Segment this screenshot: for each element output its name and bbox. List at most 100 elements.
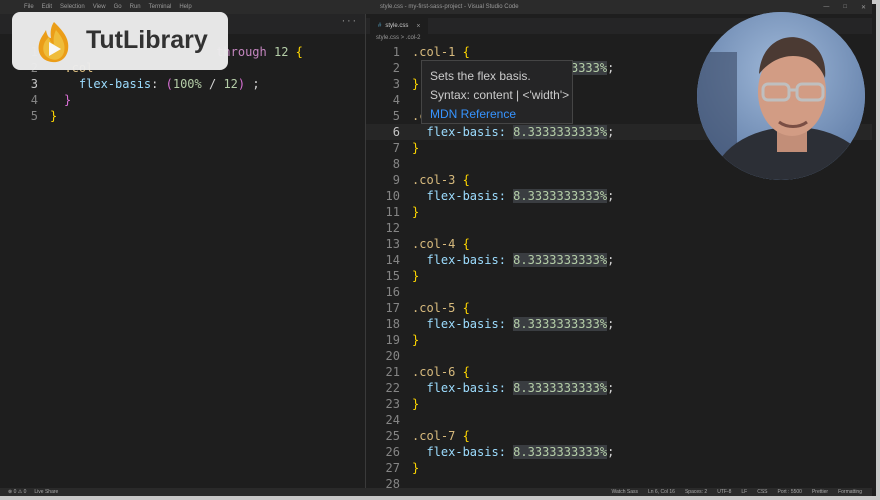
minimize-icon[interactable]: —: [823, 4, 829, 11]
brace: {: [462, 45, 470, 59]
css-property: flex-basis:: [426, 445, 506, 459]
live-server-port[interactable]: Port : 5500: [778, 489, 802, 495]
code-line: 26 flex-basis: 8.3333333333%;: [366, 444, 872, 460]
menu-view[interactable]: View: [93, 4, 106, 10]
cursor-position[interactable]: Ln 6, Col 16: [648, 489, 675, 495]
brace: }: [412, 205, 420, 219]
indentation[interactable]: Spaces: 2: [685, 489, 707, 495]
code-text: flex-basis: 8.3333333333%;: [412, 380, 614, 396]
code-text: .col-4 {: [412, 236, 470, 252]
code-line: 12: [366, 220, 872, 236]
code-text: }: [412, 204, 419, 220]
tutlibrary-logo: TutLibrary: [12, 12, 228, 70]
more-actions-icon[interactable]: ···: [341, 17, 357, 27]
menu-edit[interactable]: Edit: [42, 4, 52, 10]
css-property: flex-basis:: [426, 125, 506, 139]
line-number: 4: [30, 93, 38, 107]
code-line: 19}: [366, 332, 872, 348]
menu-file[interactable]: File: [24, 4, 34, 10]
brace: }: [412, 461, 420, 475]
formatting-status[interactable]: Formatting: [838, 489, 862, 495]
line-number: 11: [385, 205, 400, 219]
hover-description: Sets the flex basis.: [430, 69, 531, 83]
brace: }: [412, 269, 420, 283]
menu-selection[interactable]: Selection: [60, 4, 85, 10]
brace: }: [412, 77, 420, 91]
code-line: 24: [366, 412, 872, 428]
line-number: 1: [392, 45, 400, 59]
css-selector: .col-7: [412, 429, 456, 443]
line-number: 2: [392, 61, 400, 75]
semicolon: ;: [607, 445, 615, 459]
mdn-reference-link[interactable]: MDN Reference: [430, 105, 564, 124]
code-line: 21 .col-6 {: [366, 364, 872, 380]
menu-bar: File Edit Selection View Go Run Terminal…: [24, 4, 192, 10]
hover-tooltip: Sets the flex basis. Syntax: content | <…: [421, 60, 573, 124]
code-line: 13 .col-4 {: [366, 236, 872, 252]
css-selector: .col-3: [412, 173, 456, 187]
code-line: 10 flex-basis: 8.3333333333%;: [366, 188, 872, 204]
watch-sass-button[interactable]: Watch Sass: [611, 489, 638, 495]
menu-go[interactable]: Go: [114, 4, 122, 10]
code-text: .col-3 {: [412, 172, 470, 188]
line-number: 7: [392, 141, 400, 155]
code-text: flex-basis: 8.3333333333%;: [412, 316, 614, 332]
code-line: 16: [366, 284, 872, 300]
code-line: 15}: [366, 268, 872, 284]
code-text: }: [412, 76, 419, 92]
brace: {: [462, 429, 470, 443]
code-line: 23}: [366, 396, 872, 412]
code-line: 4 }: [0, 92, 365, 108]
line-number: 13: [385, 237, 400, 251]
line-number: 6: [392, 125, 400, 139]
menu-run[interactable]: Run: [130, 4, 141, 10]
css-property: flex-basis:: [426, 381, 506, 395]
maximize-icon[interactable]: □: [843, 4, 847, 11]
problems-indicator[interactable]: ⊗ 0 ⚠ 0: [8, 489, 26, 495]
webcam-overlay: [697, 12, 865, 180]
code-text: flex-basis: 8.3333333333%;: [412, 252, 614, 268]
brace: }: [412, 397, 420, 411]
menu-help[interactable]: Help: [179, 4, 191, 10]
live-share-button[interactable]: Live Share: [34, 489, 58, 495]
line-number: 10: [385, 189, 400, 203]
code-text: }: [412, 460, 419, 476]
line-ending[interactable]: LF: [741, 489, 747, 495]
css-value: 8.3333333333%: [513, 189, 608, 203]
css-value: 8.3333333333%: [513, 317, 608, 331]
prettier-status[interactable]: Prettier: [812, 489, 828, 495]
css-selector: .col-6: [412, 365, 456, 379]
window-controls: — □ ✕: [823, 4, 866, 11]
line-number: 20: [385, 349, 400, 363]
line-number: 21: [385, 365, 400, 379]
brace: {: [462, 301, 470, 315]
css-selector: .col-5: [412, 301, 456, 315]
line-number: 24: [385, 413, 400, 427]
css-selector: .col-1: [412, 45, 456, 59]
tab-style-css[interactable]: # style.css ×: [370, 18, 429, 34]
code-text: }: [412, 140, 419, 156]
semicolon: ;: [607, 381, 615, 395]
line-number: 4: [392, 93, 400, 107]
encoding[interactable]: UTF-8: [717, 489, 731, 495]
line-number: 8: [392, 157, 400, 171]
language-mode[interactable]: CSS: [757, 489, 767, 495]
code-line: 27}: [366, 460, 872, 476]
code-line: 25 .col-7 {: [366, 428, 872, 444]
code-text: .col-5 {: [412, 300, 470, 316]
code-line: 3 flex-basis: (100% / 12) ;: [0, 76, 365, 92]
close-tab-icon[interactable]: ×: [416, 23, 420, 30]
menu-terminal[interactable]: Terminal: [149, 4, 172, 10]
line-number: 26: [385, 445, 400, 459]
close-icon[interactable]: ✕: [861, 4, 866, 11]
line-number: 15: [385, 269, 400, 283]
css-property: flex-basis:: [426, 189, 506, 203]
code-text: .col-7 {: [412, 428, 470, 444]
code-text: flex-basis: (100% / 12) ;: [78, 77, 260, 91]
semicolon: ;: [607, 189, 615, 203]
breadcrumb[interactable]: style.css > .col-2: [376, 35, 421, 41]
status-bar: ⊗ 0 ⚠ 0 Live Share Watch Sass Ln 6, Col …: [0, 488, 872, 496]
code-line: 22 flex-basis: 8.3333333333%;: [366, 380, 872, 396]
line-number: 23: [385, 397, 400, 411]
presenter-image: [697, 12, 865, 180]
